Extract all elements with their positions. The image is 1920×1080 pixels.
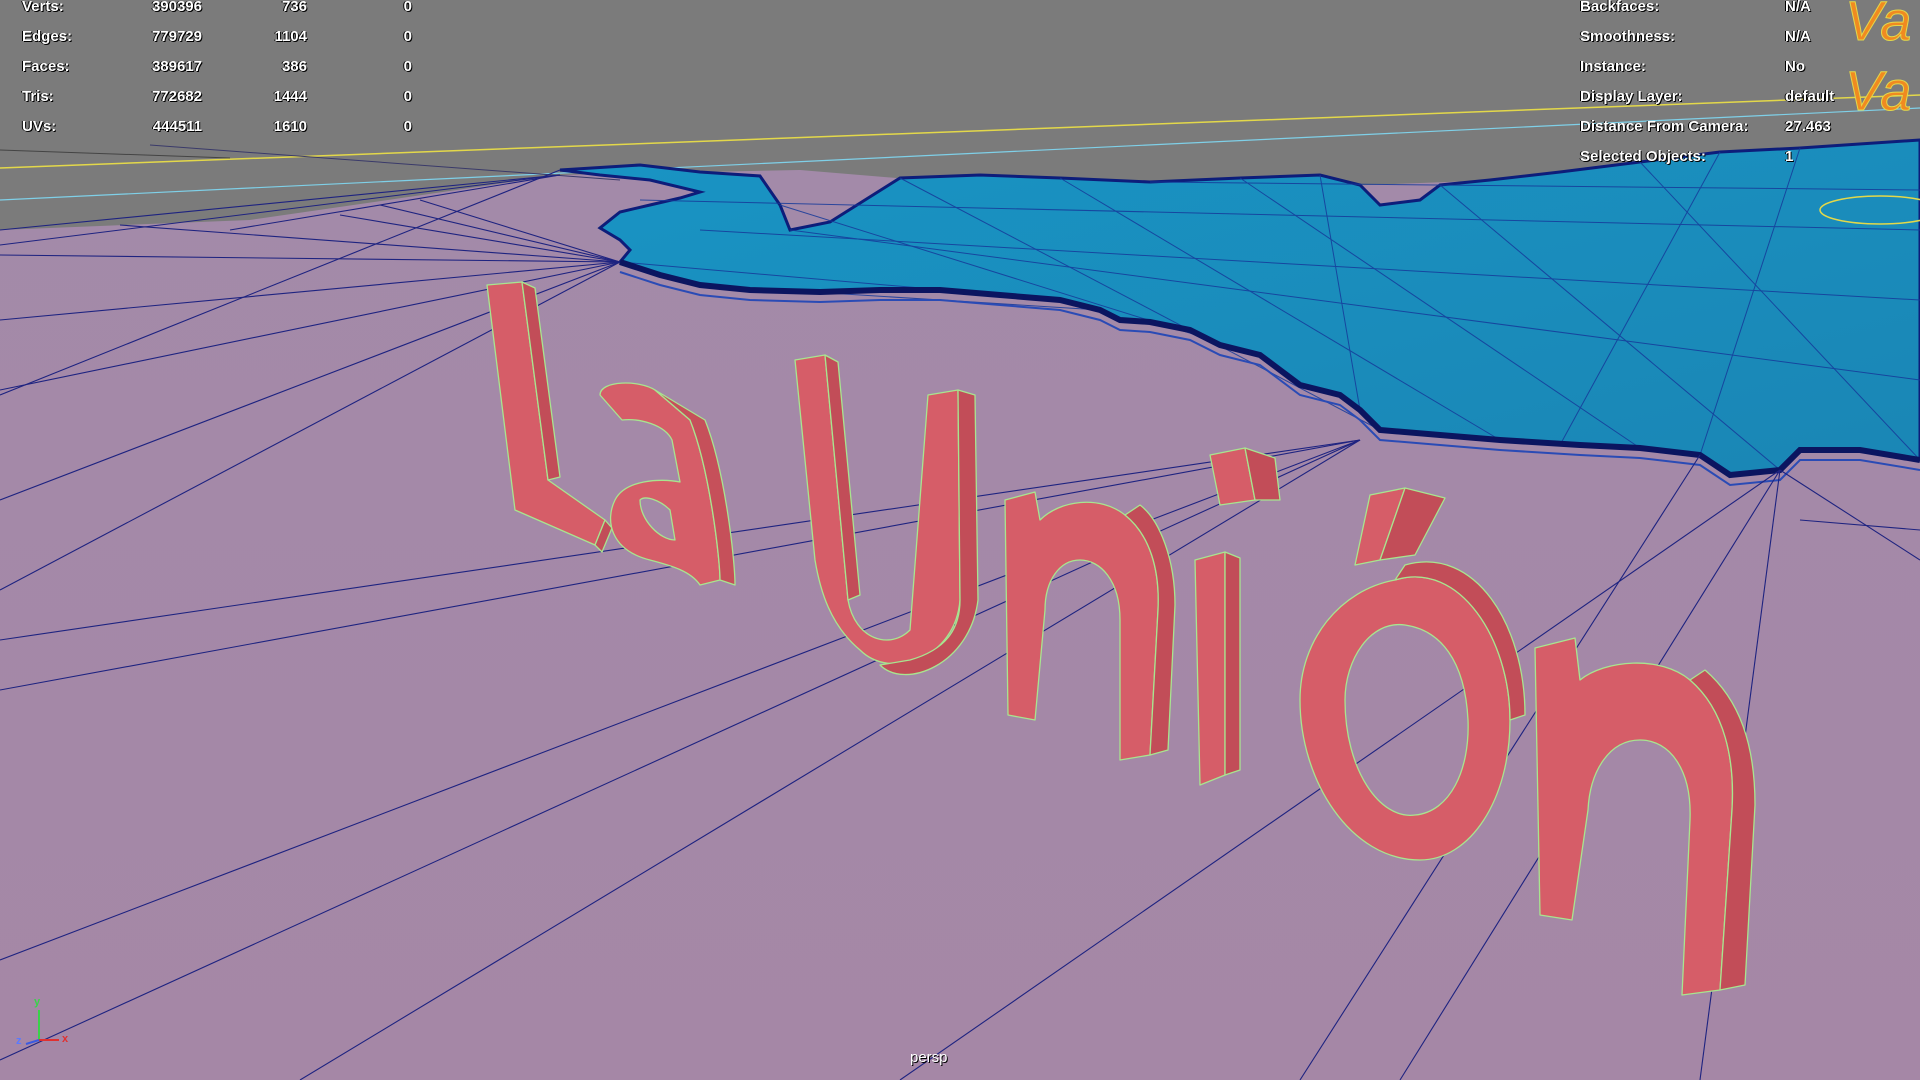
hud-value-object: 386 <box>281 58 307 75</box>
hud-label: Instance: <box>1580 58 1646 75</box>
hud-value-selected: 0 <box>403 28 412 45</box>
hud-label: Backfaces: <box>1580 0 1660 15</box>
hud-value-scene: 390396 <box>151 0 202 15</box>
axis-z-label: z <box>16 1035 22 1047</box>
hud-value-scene: 389617 <box>151 58 202 75</box>
corner-text-top: Va <box>1845 0 1911 52</box>
hud-value-selected: 0 <box>403 118 412 135</box>
hud-label: Display Layer: <box>1580 88 1683 105</box>
hud-value-scene: 444511 <box>152 118 202 135</box>
hud-value-object: 1444 <box>273 88 307 105</box>
axis-x-label: x <box>62 1033 69 1045</box>
axis-gizmo-icon: y x z <box>14 996 74 1060</box>
hud-value-scene: 772682 <box>151 88 202 105</box>
hud-value: N/A <box>1785 28 1811 45</box>
hud-value: 27.463 <box>1785 118 1831 135</box>
hud-label: Tris: <box>22 88 54 105</box>
hud-value: N/A <box>1785 0 1811 15</box>
hud-value-selected: 0 <box>403 58 412 75</box>
hud-label: UVs: <box>22 118 57 135</box>
hud-label: Distance From Camera: <box>1580 118 1749 135</box>
hud-value-object: 1610 <box>273 118 307 135</box>
hud-label: Verts: <box>22 0 64 15</box>
hud-label: Selected Objects: <box>1580 148 1706 165</box>
hud-value-scene: 779729 <box>151 28 202 45</box>
hud-value-selected: 0 <box>403 88 412 105</box>
hud-label: Faces: <box>22 58 70 75</box>
camera-name-label: persp <box>910 1049 948 1066</box>
axis-y-label: y <box>34 996 41 1008</box>
corner-text-mid: Va <box>1845 59 1911 122</box>
hud-value: No <box>1785 58 1805 75</box>
maya-viewport[interactable]: Va Va Verts: 390396 736 0 Edges: 779729 … <box>0 0 1920 1080</box>
hud-value: default <box>1785 88 1835 105</box>
letter-i-stem <box>1194 551 1226 786</box>
hud-value-object: 736 <box>281 0 307 15</box>
hud-label: Edges: <box>22 28 73 45</box>
hud-label: Smoothness: <box>1580 28 1676 45</box>
hud-value-object: 1104 <box>274 28 307 45</box>
hud-value: 1 <box>1785 148 1794 165</box>
hud-value-selected: 0 <box>403 0 412 15</box>
